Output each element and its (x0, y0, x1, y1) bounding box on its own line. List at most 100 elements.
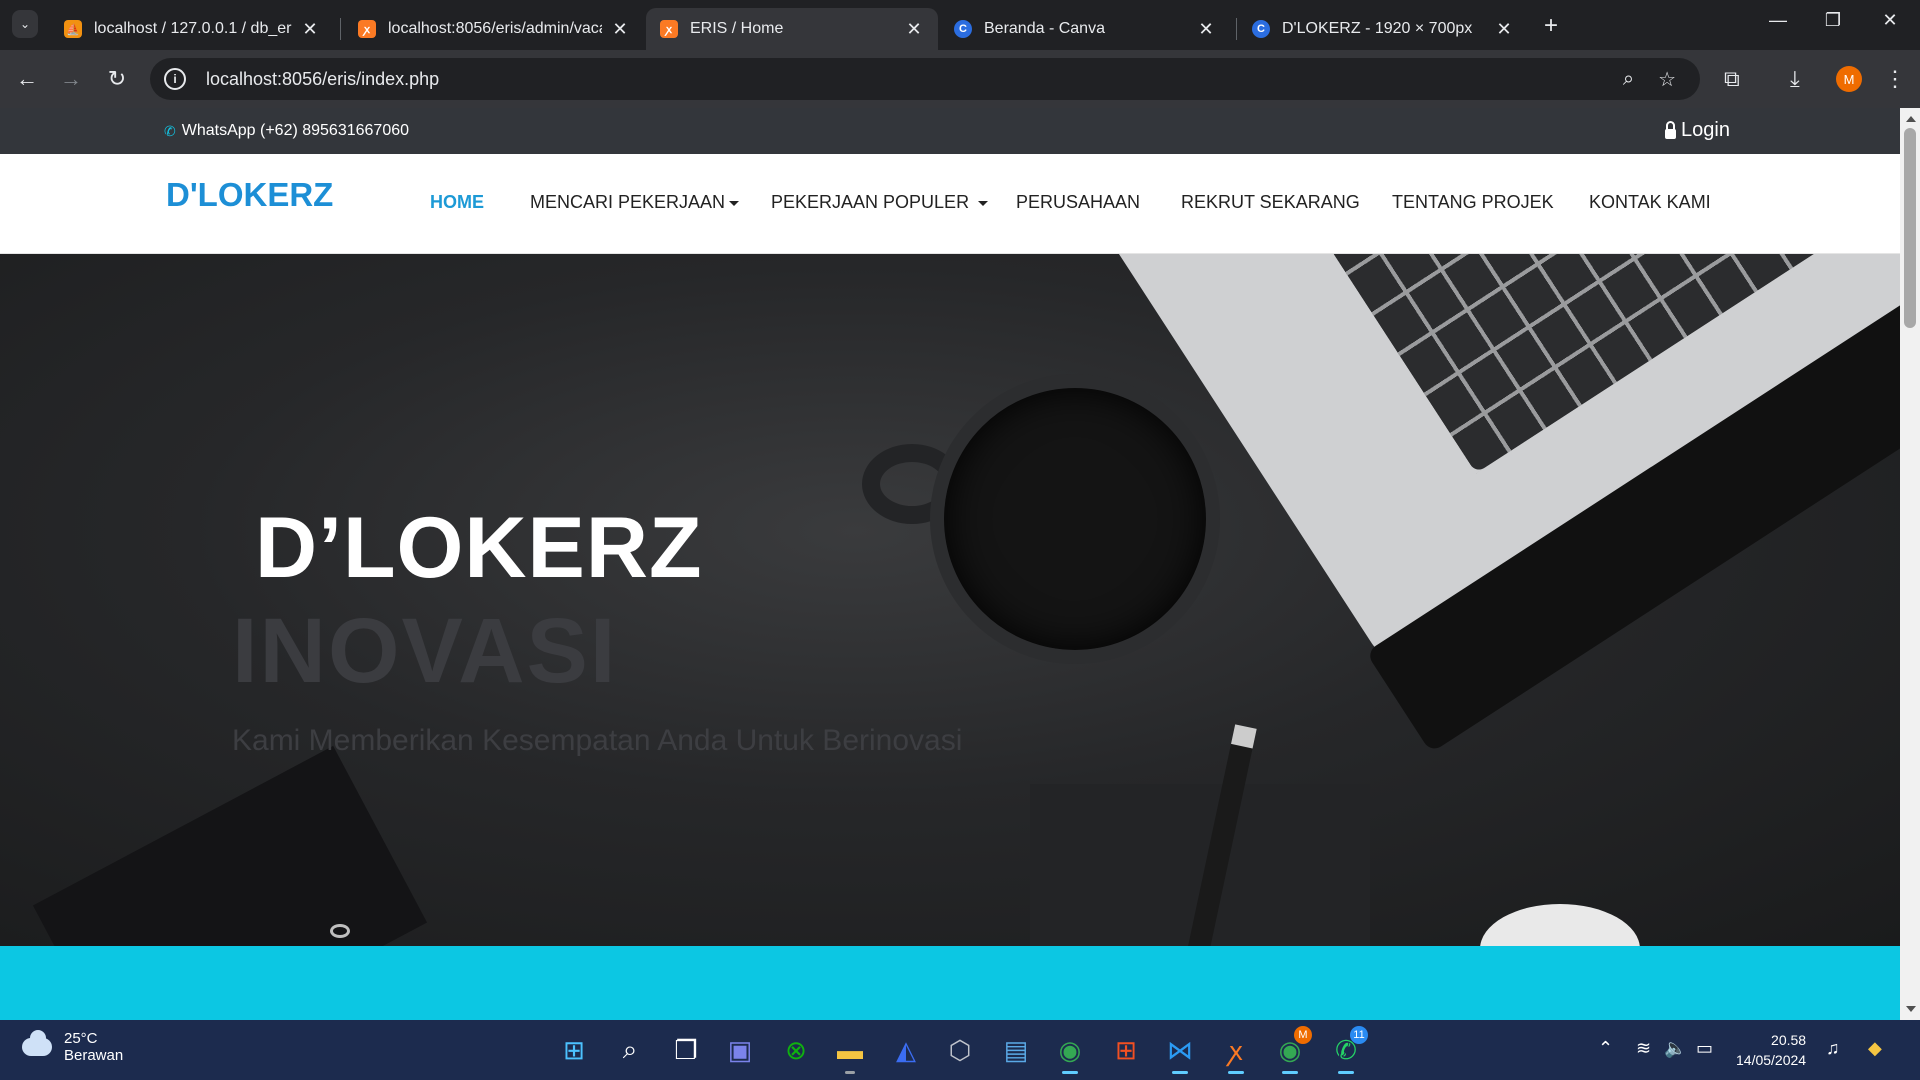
tab-title: localhost / 127.0.0.1 / db_eris / (94, 20, 292, 37)
menu-kebab-icon[interactable]: ⋮ (1884, 66, 1906, 92)
nav-rekrut-sekarang[interactable]: REKRUT SEKARANG (1181, 192, 1360, 213)
caret-down-icon (729, 200, 740, 206)
profile-badge: M (1294, 1026, 1312, 1044)
site-info-icon[interactable]: i (164, 68, 186, 90)
site-topbar: ✆ WhatsApp (+62) 895631667060 Login (0, 108, 1900, 154)
scroll-up-icon[interactable] (1906, 116, 1916, 122)
xampp-taskbar-icon[interactable]: ꭗ (1218, 1032, 1254, 1074)
xbox-icon[interactable]: ⊗ (778, 1032, 814, 1068)
nav-tentang-projek[interactable]: TENTANG PROJEK (1392, 192, 1554, 213)
scroll-thumb[interactable] (1904, 128, 1916, 328)
close-icon[interactable]: ✕ (610, 19, 630, 40)
chevron-up-icon[interactable]: ⌃ (1598, 1038, 1613, 1059)
wifi-icon[interactable]: ≋ (1636, 1038, 1651, 1059)
browser-toolbar: ← → ↻ i localhost:8056/eris/index.php ⌕ … (0, 50, 1920, 108)
close-icon[interactable]: ✕ (904, 19, 924, 40)
zoom-icon[interactable]: ⌕ (1623, 68, 1634, 91)
editor-app-icon[interactable]: ◭ (888, 1032, 924, 1068)
system-clock[interactable]: 20.58 14/05/2024 (1736, 1030, 1806, 1070)
tab-title: localhost:8056/eris/admin/vaca (388, 20, 602, 37)
canva-icon: C (1252, 20, 1270, 38)
microsoft-store-icon[interactable]: ⊞ (1108, 1032, 1144, 1068)
phpmyadmin-icon: ⛵ (64, 20, 82, 38)
close-icon[interactable]: ✕ (1196, 19, 1216, 40)
nav-kontak-kami[interactable]: KONTAK KAMI (1589, 192, 1711, 213)
clock-time: 20.58 (1771, 1032, 1807, 1048)
minimize-button[interactable]: — (1758, 10, 1798, 31)
whatsapp-contact[interactable]: ✆ WhatsApp (+62) 895631667060 (164, 122, 409, 140)
nav-mencari-pekerjaan[interactable]: MENCARI PEKERJAAN (530, 192, 740, 213)
scroll-down-icon[interactable] (1906, 1006, 1916, 1012)
volume-icon[interactable]: 🔈 (1664, 1038, 1686, 1059)
lock-icon (1665, 120, 1676, 139)
nav-label: PEKERJAAN POPULER (771, 192, 970, 212)
hero-subtitle: INOVASI (232, 600, 618, 702)
cyan-section (0, 946, 1900, 1020)
reload-icon[interactable]: ↻ (102, 64, 132, 94)
xampp-icon: ꭗ (358, 20, 376, 38)
weather-widget[interactable]: 25°C Berawan (22, 1030, 123, 1064)
page-viewport: ✆ WhatsApp (+62) 895631667060 Login D'LO… (0, 108, 1920, 1020)
extensions-icon[interactable]: ⧉ (1724, 66, 1740, 92)
browser-tab-strip: ⌄ ⛵ localhost / 127.0.0.1 / db_eris / ✕ … (0, 0, 1920, 50)
tab-search-button[interactable]: ⌄ (12, 10, 38, 38)
login-link[interactable]: Login (1665, 119, 1730, 142)
close-icon[interactable]: ✕ (1494, 19, 1514, 40)
notification-badge: 11 (1350, 1026, 1368, 1044)
task-view-icon[interactable]: ❐ (668, 1032, 704, 1068)
meet-icon[interactable]: ▣ (722, 1032, 758, 1068)
tab-canva-dlokerz[interactable]: C D'LOKERZ - 1920 × 700px ✕ (1238, 8, 1528, 50)
cup-image (1480, 904, 1640, 946)
site-logo[interactable]: D'LOKERZ (166, 176, 333, 214)
chrome-icon[interactable]: ◉ (1052, 1032, 1088, 1074)
whatsapp-text: WhatsApp (+62) 895631667060 (181, 122, 410, 139)
windows-taskbar: 25°C Berawan ⊞ ⌕ ❐ ▣ ⊗ ▬ ◭ ⬡ ▤ ◉ ⊞ ⋈ ꭗ ◉… (0, 1020, 1920, 1080)
close-window-button[interactable]: ✕ (1870, 10, 1910, 31)
xampp-icon: ꭗ (660, 20, 678, 38)
hero-banner: D’LOKERZ INOVASI Kami Memberikan Kesempa… (0, 254, 1900, 946)
profile-avatar[interactable]: M (1836, 66, 1862, 92)
vscode-icon[interactable]: ⋈ (1162, 1032, 1198, 1074)
phone-icon: ✆ (164, 122, 176, 139)
tab-title: ERIS / Home (690, 20, 784, 37)
nav-perusahaan[interactable]: PERUSAHAAN (1016, 192, 1140, 213)
hero-title: D’LOKERZ (255, 500, 703, 596)
notification-bell-icon[interactable]: ♫ (1826, 1038, 1840, 1059)
address-bar[interactable]: i localhost:8056/eris/index.php ⌕ ☆ (150, 58, 1700, 100)
restore-button[interactable]: ❐ (1813, 10, 1853, 31)
chrome-profile-icon[interactable]: ◉ M (1272, 1026, 1312, 1074)
search-icon[interactable]: ⌕ (612, 1032, 648, 1068)
clock-date: 14/05/2024 (1736, 1052, 1807, 1068)
hero-tagline: Kami Memberikan Kesempatan Anda Untuk Be… (232, 724, 963, 757)
whatsapp-icon[interactable]: ✆ 11 (1328, 1026, 1368, 1074)
coffee-mug-image (930, 374, 1220, 664)
login-label: Login (1681, 119, 1730, 141)
new-tab-button[interactable]: + (1544, 12, 1558, 40)
tab-phpmyadmin[interactable]: ⛵ localhost / 127.0.0.1 / db_eris / ✕ (50, 8, 334, 50)
copilot-icon[interactable]: ◆ (1868, 1038, 1882, 1059)
nav-home[interactable]: HOME (430, 192, 484, 213)
file-explorer-icon[interactable]: ▬ (832, 1032, 868, 1074)
tab-eris-home[interactable]: ꭗ ERIS / Home ✕ (646, 8, 938, 50)
forward-icon[interactable]: → (56, 64, 86, 94)
weather-temp: 25°C (64, 1030, 98, 1047)
battery-icon[interactable]: ▭ (1696, 1038, 1713, 1059)
unity-icon[interactable]: ⬡ (942, 1032, 978, 1068)
page-scrollbar[interactable] (1900, 108, 1920, 1020)
start-icon[interactable]: ⊞ (556, 1032, 592, 1068)
canva-icon: C (954, 20, 972, 38)
back-icon[interactable]: ← (12, 64, 42, 94)
cloud-icon (22, 1030, 52, 1056)
tab-title: D'LOKERZ - 1920 × 700px (1282, 20, 1473, 37)
weather-desc: Berawan (64, 1047, 124, 1064)
download-icon[interactable]: ⤓ (1790, 66, 1800, 92)
main-navbar: D'LOKERZ HOME MENCARI PEKERJAAN PEKERJAA… (0, 154, 1900, 254)
tab-admin-vacancy[interactable]: ꭗ localhost:8056/eris/admin/vaca ✕ (344, 8, 644, 50)
bookmark-star-icon[interactable]: ☆ (1658, 67, 1676, 92)
tab-canva-beranda[interactable]: C Beranda - Canva ✕ (940, 8, 1230, 50)
nav-label: MENCARI PEKERJAAN (530, 192, 726, 212)
url-text[interactable]: localhost:8056/eris/index.php (206, 69, 1623, 90)
close-icon[interactable]: ✕ (300, 19, 320, 40)
clipboard-app-icon[interactable]: ▤ (998, 1032, 1034, 1068)
nav-pekerjaan-populer[interactable]: PEKERJAAN POPULER (771, 192, 989, 213)
